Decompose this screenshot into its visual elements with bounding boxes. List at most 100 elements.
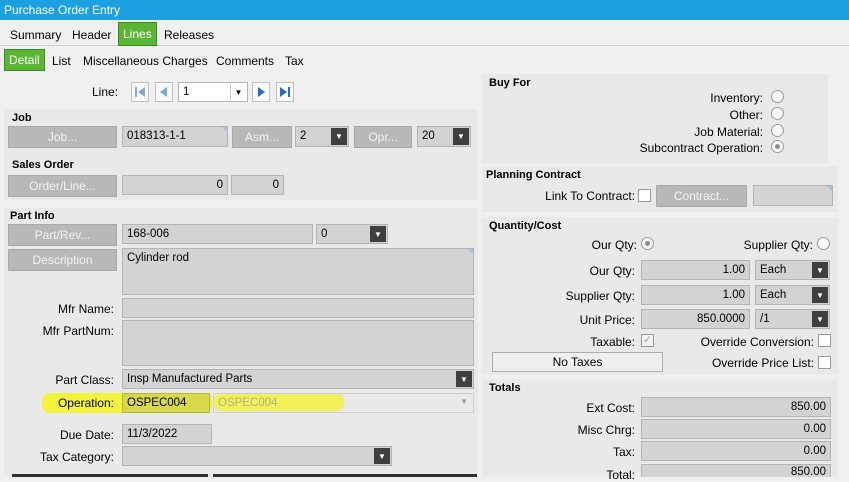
order-line-field[interactable]: 0 [231,175,284,195]
sub-tab-bar: Detail List Miscellaneous Charges Commen… [0,47,849,72]
operation-button[interactable]: Opr... [354,126,412,148]
mfr-name-field[interactable] [122,298,474,318]
part-rev-button[interactable]: Part/Rev... [8,224,117,246]
last-record-button[interactable] [276,82,294,102]
supplier-qty-field[interactable]: 1.00 [641,285,750,305]
no-taxes-button[interactable]: No Taxes [492,352,663,372]
our-qty-uom-combo[interactable]: Each ▼ [755,260,830,280]
tax-category-label: Tax Category: [39,450,114,464]
chevron-down-icon[interactable]: ▼ [456,371,472,387]
ext-cost-field: 850.00 [641,397,831,417]
price-per-combo[interactable]: /1 ▼ [755,309,830,329]
link-to-contract-checkbox[interactable] [638,189,651,202]
first-record-icon [135,87,145,97]
chevron-down-icon[interactable]: ▼ [374,448,390,464]
chevron-down-icon[interactable]: ▼ [812,311,828,327]
tab-comments[interactable]: Comments [212,50,278,72]
total-field: 850.00 [641,464,831,477]
job-number-value: 018313-1-1 [127,130,186,142]
taxable-checkbox[interactable]: ✓ [641,334,654,347]
tab-summary[interactable]: Summary [6,24,65,46]
previous-icon [160,87,167,97]
tab-list[interactable]: List [48,50,75,72]
tab-tax[interactable]: Tax [281,50,308,72]
buy-for-subcontract-radio[interactable] [771,140,784,153]
assembly-combo[interactable]: 2 ▼ [295,126,349,147]
mfr-partnum-field[interactable] [122,320,474,366]
our-qty-radio[interactable] [641,237,654,250]
due-date-label: Due Date: [59,428,114,442]
chevron-down-icon[interactable]: ▼ [453,128,469,145]
tab-lines[interactable]: Lines [118,22,157,46]
chevron-down-icon[interactable]: ▼ [812,262,828,278]
description-field[interactable]: Cylinder rod [122,248,474,295]
order-number-field[interactable]: 0 [122,175,228,195]
first-record-button[interactable] [131,82,149,102]
job-number-field[interactable]: 018313-1-1 [122,126,228,147]
line-number-combo[interactable]: 1 ▼ [178,82,248,102]
buy-for-inventory-radio[interactable] [771,90,784,103]
buy-for-inventory-label: Inventory: [710,91,763,105]
our-qty-radio-label: Our Qty: [591,238,637,252]
unit-price-label: Unit Price: [579,313,635,327]
operation-seq-value: 20 [422,130,435,142]
description-value: Cylinder rod [127,252,189,264]
window-title: Purchase Order Entry [0,0,849,20]
link-to-contract-label: Link To Contract: [545,189,635,203]
chevron-down-icon[interactable]: ▼ [230,84,246,100]
supplier-qty-uom-combo[interactable]: Each ▼ [755,285,830,305]
buy-for-job-material-label: Job Material: [694,125,763,139]
operation-code-field[interactable]: OSPEC004 [122,393,210,413]
operation-seq-combo[interactable]: 20 ▼ [417,126,471,147]
assembly-value: 2 [300,130,307,142]
chevron-down-icon[interactable]: ▼ [460,397,468,406]
chevron-down-icon[interactable]: ▼ [812,287,828,303]
misc-chrg-field: 0.00 [641,419,831,439]
tab-miscellaneous-charges[interactable]: Miscellaneous Charges [79,50,212,72]
operation-description-value: OSPEC004 [218,397,278,409]
ext-cost-label: Ext Cost: [586,401,635,415]
buy-for-other-label: Other: [729,108,763,122]
total-label: Total: [606,468,635,482]
next-record-button[interactable] [252,82,270,102]
chevron-down-icon[interactable]: ▼ [370,226,386,242]
tax-category-combo[interactable]: ▼ [122,446,392,466]
order-line-button[interactable]: Order/Line... [8,175,117,197]
part-number-field[interactable]: 168-006 [122,224,313,244]
due-date-field[interactable]: 11/3/2022 [122,424,212,444]
unit-price-field[interactable]: 850.0000 [641,309,750,329]
tab-releases[interactable]: Releases [160,24,218,46]
override-conversion-checkbox[interactable] [818,334,831,347]
override-price-list-checkbox[interactable] [818,356,831,369]
supplier-qty-uom-value: Each [760,289,787,301]
previous-record-button[interactable] [155,82,173,102]
tab-detail[interactable]: Detail [4,49,45,71]
mfr-partnum-label: Mfr PartNum: [42,324,114,338]
price-per-value: /1 [760,313,770,325]
our-qty-uom-value: Each [760,264,787,276]
tax-label: Tax: [612,445,635,459]
job-button[interactable]: Job... [8,126,117,148]
override-conversion-label: Override Conversion: [700,335,814,349]
contract-button[interactable]: Contract... [656,185,747,207]
supplier-qty-radio-label: Supplier Qty: [743,238,813,252]
contract-field[interactable] [753,185,833,206]
mfr-name-label: Mfr Name: [57,302,114,316]
chevron-down-icon[interactable]: ▼ [331,128,347,145]
revision-combo[interactable]: 0 ▼ [316,224,388,244]
assembly-button[interactable]: Asm... [232,126,292,148]
revision-value: 0 [321,228,328,240]
description-button[interactable]: Description [8,249,117,271]
quantity-cost-header: Quantity/Cost [489,220,562,232]
buy-for-other-radio[interactable] [771,107,784,120]
buy-for-header: Buy For [489,77,531,89]
planning-contract-header: Planning Contract [486,169,581,181]
our-qty-field[interactable]: 1.00 [641,260,750,280]
part-class-combo[interactable]: Insp Manufactured Parts ▼ [122,369,474,389]
buy-for-job-material-radio[interactable] [771,124,784,137]
supplier-qty-radio[interactable] [817,237,830,250]
tab-header[interactable]: Header [68,24,115,46]
misc-chrg-label: Misc Chrg: [577,423,635,437]
operation-description-combo[interactable]: OSPEC004 ▼ [213,393,474,413]
line-label: Line: [92,85,119,99]
